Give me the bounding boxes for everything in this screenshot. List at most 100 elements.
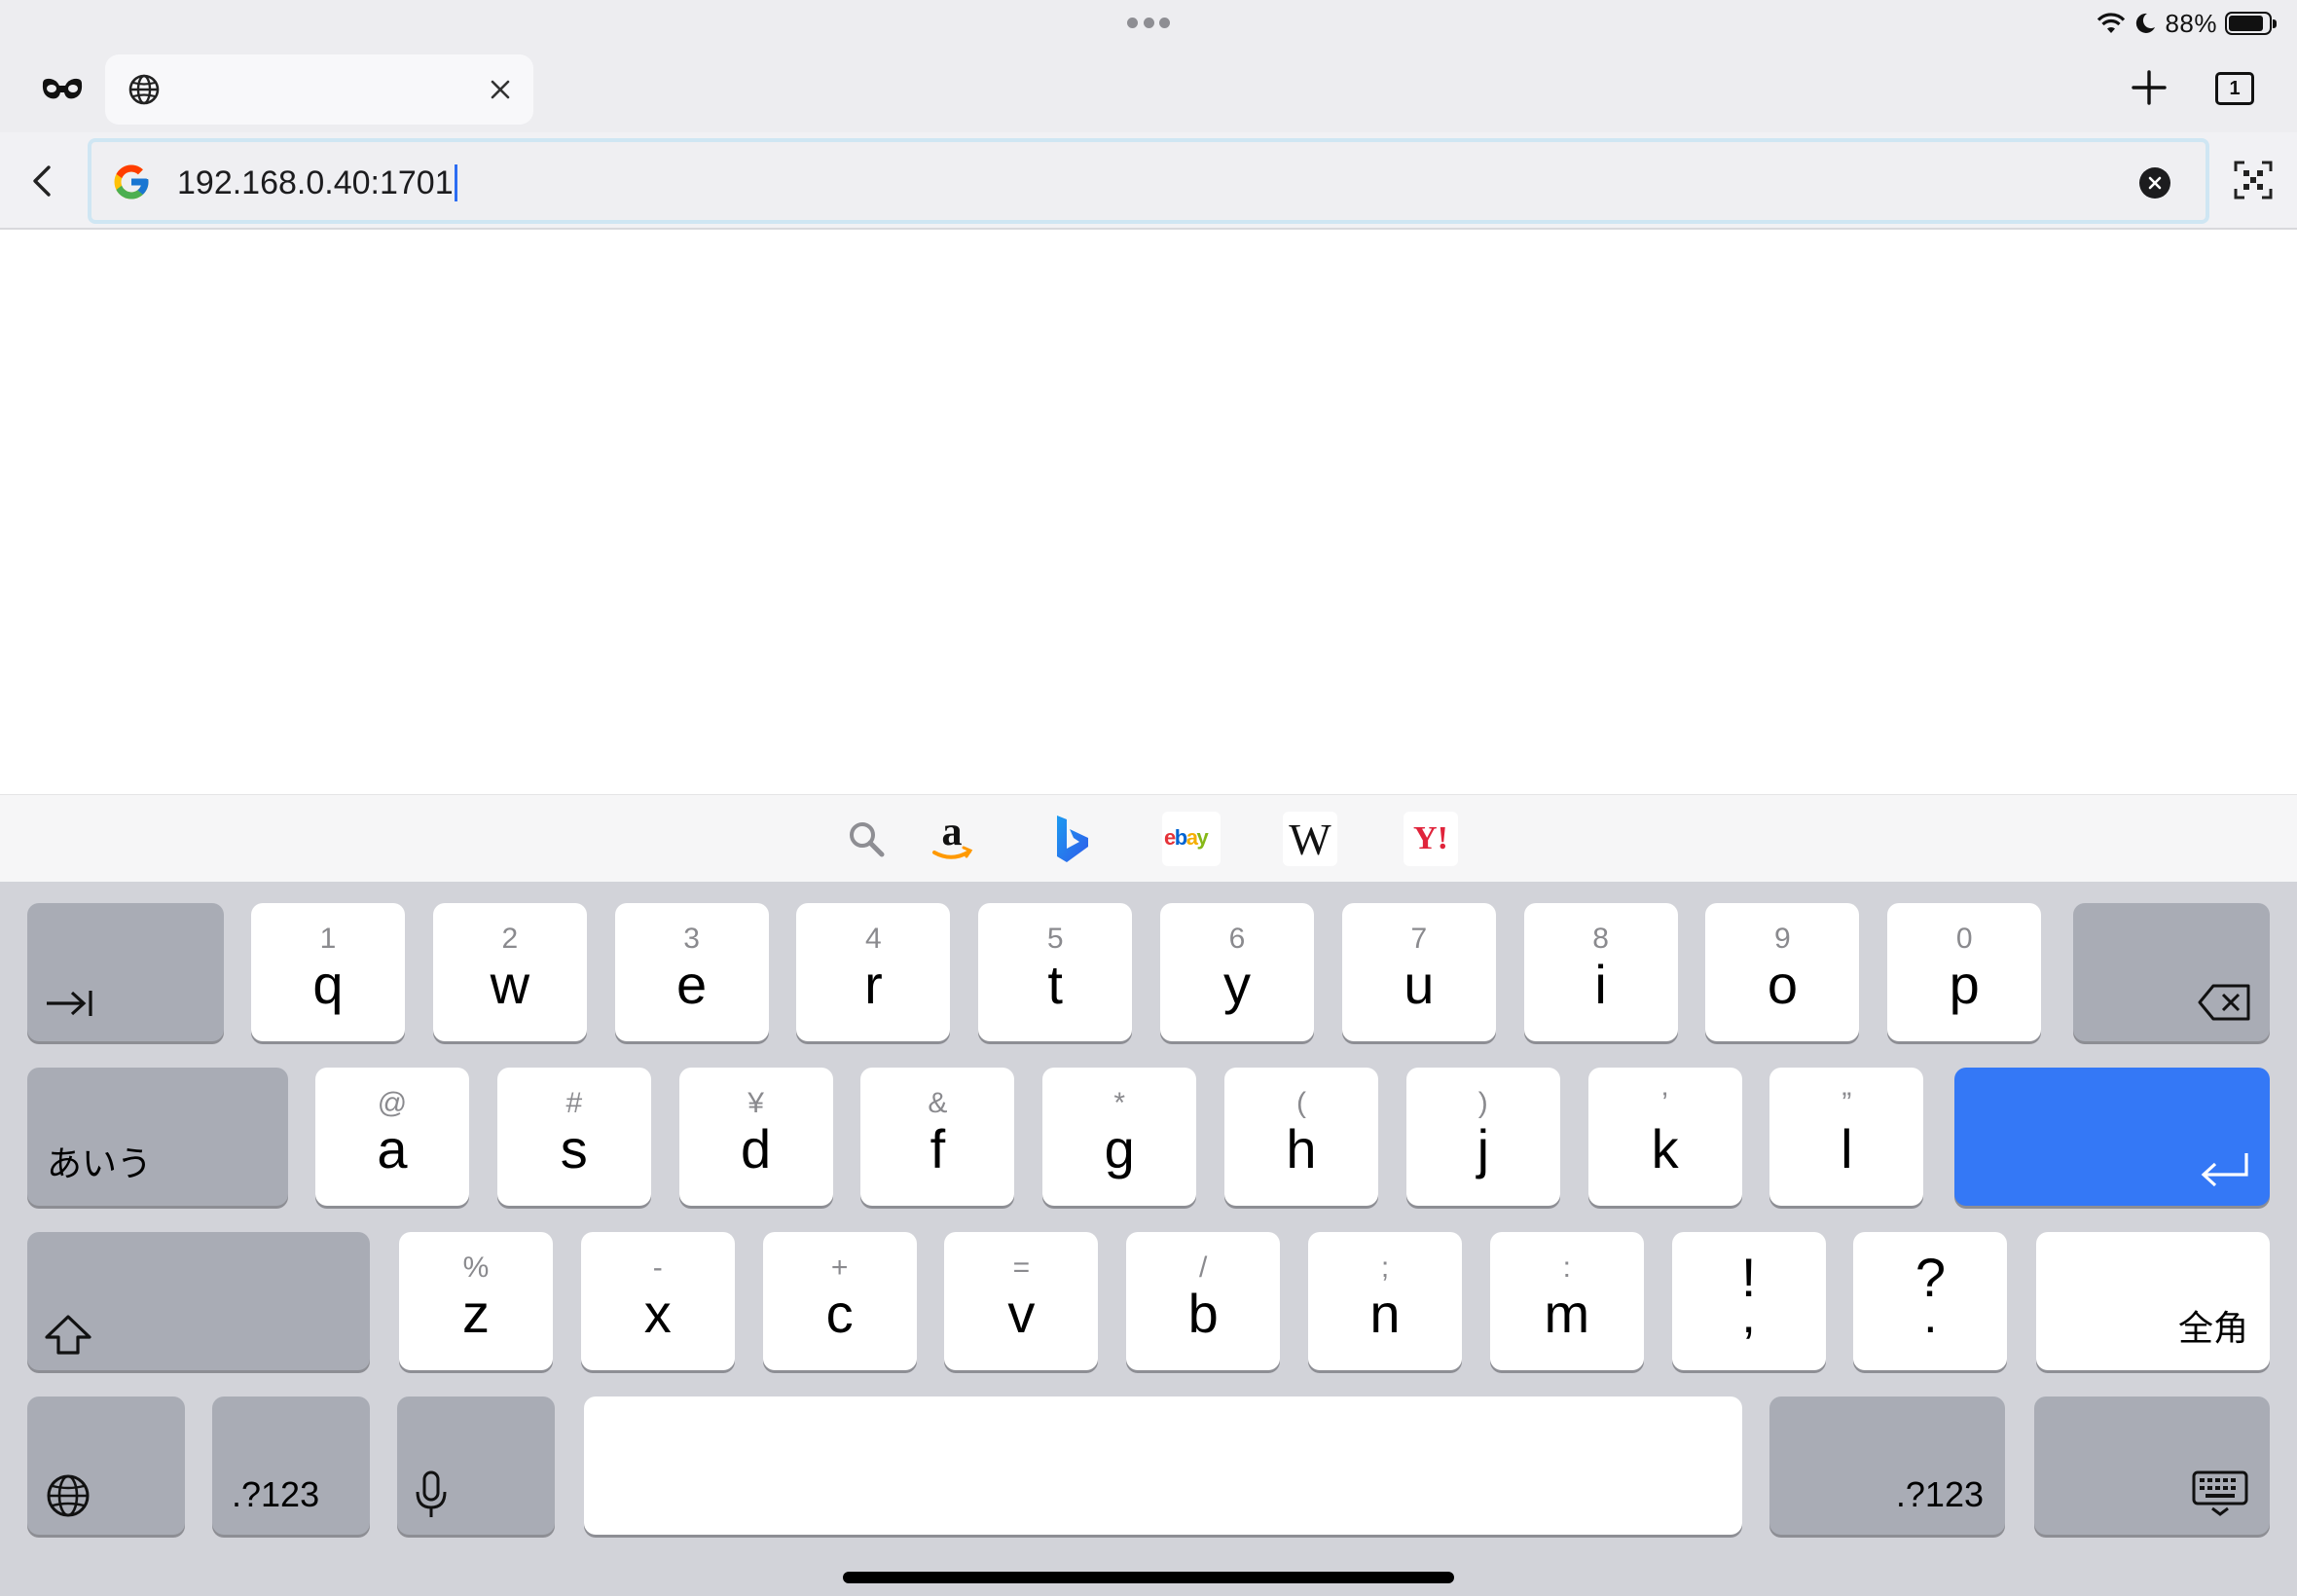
zenkaku-key[interactable]: 全角 xyxy=(2036,1232,2270,1370)
url-input[interactable]: 192.168.0.40:1701 xyxy=(177,163,457,202)
key-alt-label: = xyxy=(1012,1251,1031,1284)
backspace-key[interactable] xyxy=(2073,903,2270,1041)
key-row2-7[interactable]: ’ k xyxy=(1587,1068,1742,1206)
key-row3-5[interactable]: ; n xyxy=(1308,1232,1462,1370)
key-row2-6[interactable]: ) j xyxy=(1405,1068,1560,1206)
key-main-label: n xyxy=(1369,1283,1401,1344)
do-not-disturb-moon-icon xyxy=(2136,13,2156,33)
key-row2-2[interactable]: ¥ d xyxy=(678,1068,833,1206)
key-alt-label: @ xyxy=(377,1087,408,1119)
bing-engine-icon[interactable] xyxy=(1045,812,1100,866)
address-bar[interactable]: 192.168.0.40:1701 xyxy=(88,138,2209,224)
key-alt-label: * xyxy=(1113,1087,1126,1119)
key-row1-3[interactable]: 4r xyxy=(796,903,951,1041)
multitasking-handle[interactable] xyxy=(1127,18,1170,29)
key-main-label: v xyxy=(1007,1283,1036,1344)
key-row3-6[interactable]: :m xyxy=(1489,1232,1644,1370)
tab-key[interactable] xyxy=(27,903,224,1041)
key-alt-label: 9 xyxy=(1774,923,1791,955)
kana-switch-key[interactable]: あいう xyxy=(27,1068,288,1206)
active-tab[interactable] xyxy=(105,54,533,125)
return-arrow-icon xyxy=(2201,1153,2248,1187)
key-main-label: a xyxy=(377,1118,408,1179)
yahoo-engine-icon[interactable]: Y! xyxy=(1404,812,1458,866)
key-main-label: m xyxy=(1544,1283,1590,1344)
key-alt-label: ¥ xyxy=(747,1087,764,1119)
key-row2-5[interactable]: (h xyxy=(1224,1068,1378,1206)
key-row1-0[interactable]: 1q xyxy=(251,903,405,1041)
key-alt-label: 8 xyxy=(1592,923,1609,955)
key-alt-label: 1 xyxy=(319,923,337,955)
key-row3-4[interactable]: / b xyxy=(1126,1232,1281,1370)
tab-switcher-button[interactable]: 1 xyxy=(2215,72,2254,105)
key-row1-6[interactable]: 7u xyxy=(1341,903,1496,1041)
google-logo-icon xyxy=(114,164,149,200)
key-alt-label: - xyxy=(652,1251,663,1284)
key-main-label: z xyxy=(462,1283,490,1344)
key-row2-1[interactable]: # s xyxy=(496,1068,651,1206)
ebay-engine-icon[interactable]: ebay xyxy=(1162,812,1221,866)
browser-screen: 88% 1 192.168.0.40:1701 a ebay W Y! 1 q … xyxy=(0,0,2297,1596)
key-alt-label: 2 xyxy=(501,923,519,955)
key-main-label: h xyxy=(1286,1118,1317,1179)
key-row3-0[interactable]: % z xyxy=(399,1232,553,1370)
incognito-mask-icon[interactable] xyxy=(35,68,90,111)
key-row2-3[interactable]: & f xyxy=(860,1068,1015,1206)
shift-key[interactable] xyxy=(27,1232,370,1370)
key-row3-2[interactable]: + c xyxy=(762,1232,917,1370)
close-tab-icon[interactable] xyxy=(487,76,514,103)
key-main-label: g xyxy=(1104,1118,1135,1179)
zenkaku-label: 全角 xyxy=(2177,1308,2248,1348)
globe-icon xyxy=(47,1474,90,1517)
kana-label: あいう xyxy=(47,1143,153,1183)
key-main-label: p xyxy=(1949,954,1980,1015)
status-bar: 88% xyxy=(2096,8,2277,39)
key-alt-label: ; xyxy=(1380,1251,1390,1284)
key-main-label: u xyxy=(1404,954,1435,1015)
home-indicator[interactable] xyxy=(843,1572,1454,1583)
key-main-label: i xyxy=(1594,954,1607,1015)
key-row2-0[interactable]: @ a xyxy=(315,1068,469,1206)
key-row3-3[interactable]: = v xyxy=(944,1232,1099,1370)
key-row3-7[interactable]: !, xyxy=(1671,1232,1826,1370)
globe-key[interactable] xyxy=(27,1396,185,1535)
new-tab-plus-icon[interactable] xyxy=(2130,68,2169,107)
numbers-key-left[interactable]: .?123 xyxy=(212,1396,370,1535)
key-row1-7[interactable]: 8i xyxy=(1523,903,1678,1041)
key-main-label: r xyxy=(864,954,883,1015)
qr-scanner-icon[interactable] xyxy=(2233,160,2274,200)
shift-arrow-icon xyxy=(45,1315,91,1355)
dictation-key[interactable] xyxy=(397,1396,555,1535)
tab-arrow-icon xyxy=(47,991,92,1016)
key-row1-8[interactable]: 9o xyxy=(1705,903,1860,1041)
key-row1-4[interactable]: 5t xyxy=(978,903,1133,1041)
key-row3-8[interactable]: ?. xyxy=(1853,1232,2008,1370)
clear-input-icon[interactable] xyxy=(2139,167,2170,199)
space-key[interactable] xyxy=(584,1396,1742,1535)
key-row1-2[interactable]: 3e xyxy=(614,903,769,1041)
wikipedia-engine-icon[interactable]: W xyxy=(1283,812,1337,866)
delete-backward-icon xyxy=(2198,984,2250,1021)
key-main-label: t xyxy=(1047,954,1063,1015)
key-alt-label: % xyxy=(462,1251,490,1284)
onscreen-keyboard: 1q2w3e4r5t6y7u8i9o0p あいう @ a # s ¥ d & f * g(h) j’… xyxy=(0,882,2297,1596)
key-row1-1[interactable]: 2w xyxy=(432,903,587,1041)
key-alt-label: 0 xyxy=(1955,923,1973,955)
return-key[interactable] xyxy=(1954,1068,2270,1206)
key-main-label: . xyxy=(1923,1288,1938,1344)
key-alt-label: / xyxy=(1199,1251,1208,1284)
key-alt-label: 5 xyxy=(1046,923,1064,955)
dismiss-keyboard-key[interactable] xyxy=(2034,1396,2270,1535)
globe-icon xyxy=(128,74,160,105)
key-main-label: j xyxy=(1477,1118,1490,1179)
search-icon[interactable] xyxy=(839,812,893,866)
back-chevron-icon[interactable] xyxy=(23,162,62,200)
key-row1-5[interactable]: 6y xyxy=(1160,903,1314,1041)
key-row2-4[interactable]: * g xyxy=(1042,1068,1197,1206)
key-row2-8[interactable]: ” l xyxy=(1769,1068,1924,1206)
key-row1-9[interactable]: 0p xyxy=(1887,903,2042,1041)
key-main-label: f xyxy=(930,1118,946,1179)
amazon-engine-icon[interactable]: a xyxy=(925,812,979,866)
key-row3-1[interactable]: -x xyxy=(580,1232,735,1370)
numbers-key-right[interactable]: .?123 xyxy=(1769,1396,2005,1535)
